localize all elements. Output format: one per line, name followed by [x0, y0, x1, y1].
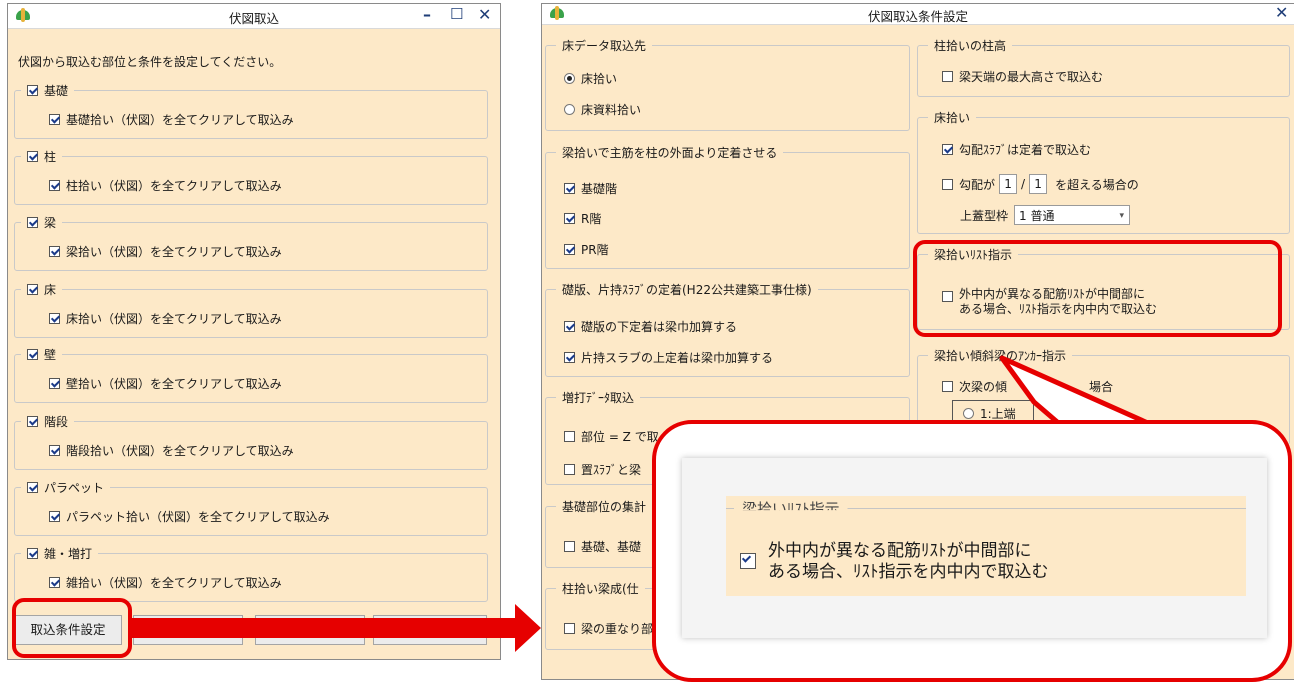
condition-button-highlight	[12, 598, 132, 658]
arrow-right-icon	[130, 604, 541, 652]
checkbox-checked-icon	[740, 553, 756, 569]
zoom-content: 梁拾いﾘｽﾄ指示 外中内が異なる配筋ﾘｽﾄが中間部に ある場合、ﾘｽﾄ指示を内中内…	[726, 496, 1246, 596]
zoom-line2: ある場合、ﾘｽﾄ指示を内中内で取込む	[768, 562, 1049, 582]
zoom-beam-list-checkbox[interactable]: 外中内が異なる配筋ﾘｽﾄが中間部に ある場合、ﾘｽﾄ指示を内中内で取込む	[740, 541, 1049, 583]
zoom-group-label: 梁拾いﾘｽﾄ指示	[734, 498, 848, 511]
zoom-frame: 梁拾いﾘｽﾄ指示 外中内が異なる配筋ﾘｽﾄが中間部に ある場合、ﾘｽﾄ指示を内中内…	[682, 458, 1267, 638]
beam-list-highlight	[913, 240, 1282, 337]
zoom-callout: 梁拾いﾘｽﾄ指示 外中内が異なる配筋ﾘｽﾄが中間部に ある場合、ﾘｽﾄ指示を内中内…	[652, 420, 1292, 682]
zoom-line1: 外中内が異なる配筋ﾘｽﾄが中間部に	[768, 541, 1032, 561]
